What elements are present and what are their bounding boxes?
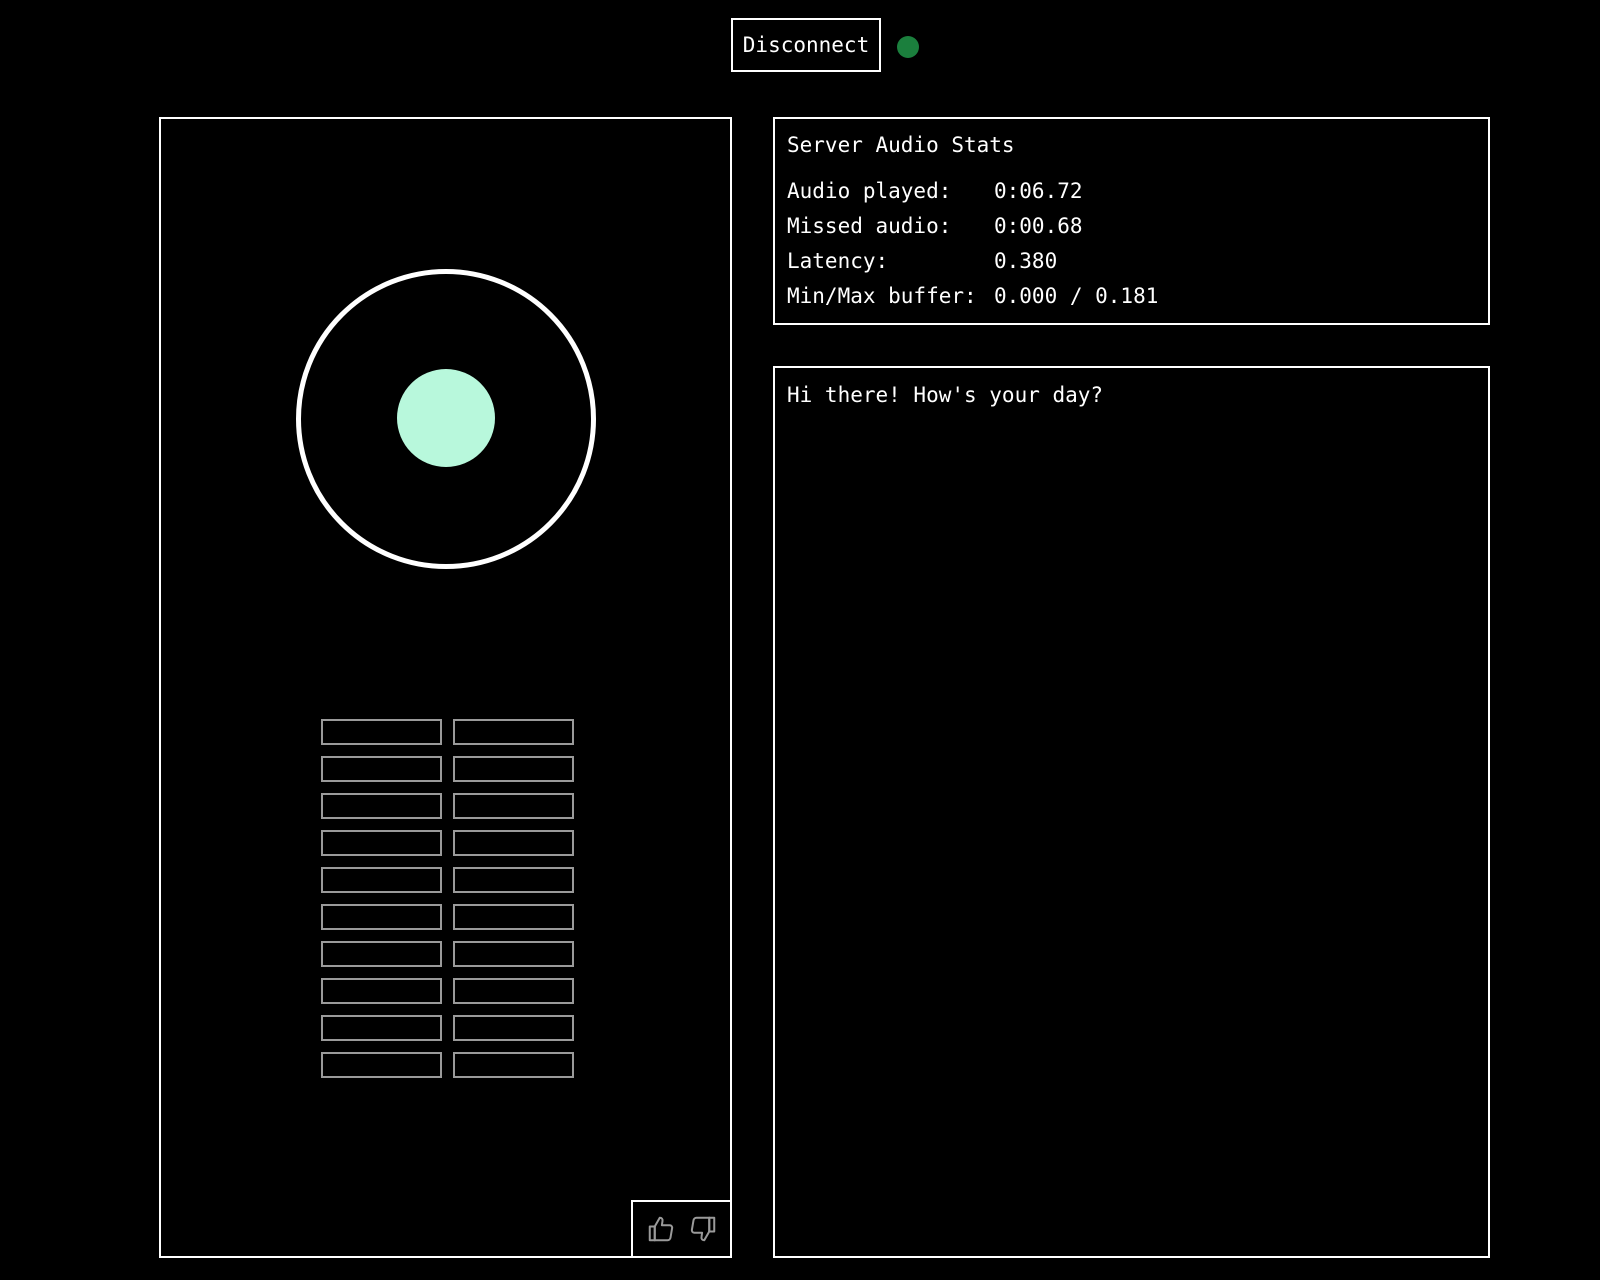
stat-row-missed-audio: Missed audio: 0:00.68 bbox=[787, 208, 1476, 243]
stat-value: 0.380 bbox=[994, 248, 1058, 273]
transcript-panel: Hi there! How's your day? bbox=[773, 366, 1490, 1258]
audio-meter-bar bbox=[453, 941, 574, 967]
audio-meter-bar bbox=[453, 830, 574, 856]
audio-meter-bar bbox=[321, 719, 442, 745]
audio-orb-core bbox=[397, 369, 495, 467]
stat-value: 0.000 / 0.181 bbox=[994, 283, 1159, 308]
app-page: Disconnect Server Audio Stats Audio play… bbox=[0, 0, 1600, 1280]
server-audio-stats-panel: Server Audio Stats Audio played: 0:06.72… bbox=[773, 117, 1490, 325]
feedback-controls bbox=[631, 1200, 732, 1258]
connection-status-indicator bbox=[897, 36, 919, 58]
audio-meter-bar bbox=[453, 793, 574, 819]
visualizer-panel bbox=[159, 117, 732, 1258]
thumbs-up-icon[interactable] bbox=[646, 1214, 676, 1244]
audio-meter-grid bbox=[321, 719, 574, 1078]
disconnect-button[interactable]: Disconnect bbox=[731, 18, 881, 72]
thumbs-down-icon[interactable] bbox=[688, 1214, 718, 1244]
audio-meter-bar bbox=[321, 1015, 442, 1041]
stats-title: Server Audio Stats bbox=[787, 133, 1015, 157]
audio-meter-bar bbox=[321, 904, 442, 930]
audio-meter-bar bbox=[321, 1052, 442, 1078]
stat-row-audio-played: Audio played: 0:06.72 bbox=[787, 173, 1476, 208]
stat-label: Latency: bbox=[787, 248, 889, 273]
stat-label: Min/Max buffer: bbox=[787, 283, 977, 308]
stat-label: Missed audio: bbox=[787, 213, 952, 238]
stat-value: 0:00.68 bbox=[994, 213, 1083, 238]
audio-meter-bar bbox=[321, 830, 442, 856]
audio-meter-bar bbox=[453, 1015, 574, 1041]
audio-meter-bar bbox=[453, 867, 574, 893]
audio-meter-bar bbox=[321, 941, 442, 967]
transcript-message: Hi there! How's your day? bbox=[787, 383, 1104, 407]
audio-meter-bar bbox=[321, 978, 442, 1004]
stat-row-latency: Latency: 0.380 bbox=[787, 243, 1476, 278]
audio-meter-bar bbox=[453, 719, 574, 745]
audio-meter-bar bbox=[453, 978, 574, 1004]
audio-meter-bar bbox=[453, 1052, 574, 1078]
stat-label: Audio played: bbox=[787, 178, 952, 203]
audio-meter-bar bbox=[453, 904, 574, 930]
audio-meter-bar bbox=[321, 793, 442, 819]
stat-value: 0:06.72 bbox=[994, 178, 1083, 203]
audio-meter-bar bbox=[321, 756, 442, 782]
stat-row-min-max-buffer: Min/Max buffer: 0.000 / 0.181 bbox=[787, 278, 1476, 313]
audio-meter-bar bbox=[321, 867, 442, 893]
audio-meter-bar bbox=[453, 756, 574, 782]
